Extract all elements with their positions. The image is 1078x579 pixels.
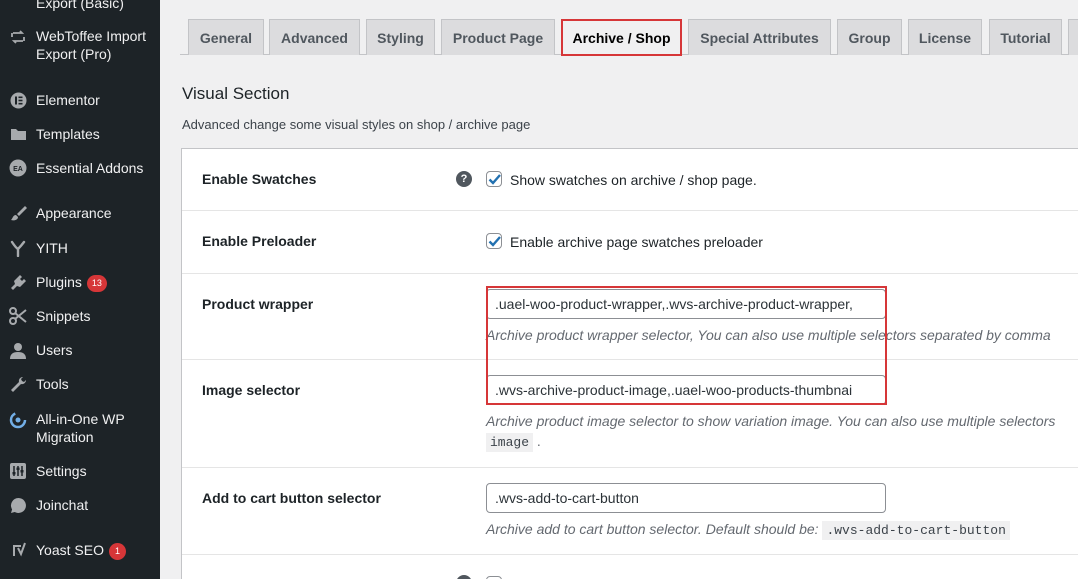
tab-general[interactable]: General (188, 19, 264, 55)
yoast-icon (9, 541, 27, 559)
elementor-icon (9, 91, 27, 109)
sidebar-item-label: WebToffee Import Export (Pro) (36, 28, 146, 62)
sidebar-item-label: Export (Basic) (36, 0, 124, 11)
plugins-update-badge: 13 (86, 275, 107, 292)
main-content: General Advanced Styling Product Page Ar… (160, 0, 1078, 579)
paintbrush-icon (9, 204, 27, 222)
tab-advanced[interactable]: Advanced (269, 19, 360, 55)
tab-group[interactable]: Group (837, 19, 902, 55)
enable-preloader-checkbox-label: Enable archive page swatches preloader (510, 234, 763, 250)
tab-archive-shop[interactable]: Archive / Shop (561, 19, 682, 56)
section-title: Visual Section (182, 84, 290, 103)
sidebar-item-label: Tools (36, 376, 69, 392)
add-to-cart-description: Archive add to cart button selector. Def… (486, 521, 1010, 540)
import-export-icon (9, 28, 27, 46)
checkmark-icon (488, 236, 501, 247)
checkmark-icon (488, 174, 501, 185)
folder-icon (9, 125, 27, 143)
enable-swatches-label: Enable Swatches (202, 171, 317, 187)
yith-icon (9, 239, 27, 257)
row-enable-preloader: Enable Preloader Enable archive page swa… (182, 211, 1078, 274)
tab-license[interactable]: License (908, 19, 982, 55)
svg-text:EA: EA (13, 166, 23, 173)
row-add-to-cart: Add to cart button selector .wvs-add-to-… (182, 468, 1078, 555)
sidebar-item-label: Plugins 13 (36, 273, 107, 292)
product-wrapper-input[interactable]: .uael-woo-product-wrapper,.wvs-archive-p… (486, 289, 886, 319)
sidebar-item-all-in-one-migration[interactable]: All-in-One WP Migration (0, 410, 160, 450)
image-selector-input[interactable]: .wvs-archive-product-image,.uael-woo-pro… (486, 375, 886, 405)
help-icon[interactable] (456, 575, 472, 579)
sidebar-item-webtoffee[interactable]: WebToffee Import Export (Pro) (0, 27, 160, 67)
image-selector-description: Archive product image selector to show v… (486, 413, 1056, 429)
image-selector-code: image (486, 433, 534, 452)
tab-tutorial[interactable]: Tutorial (989, 19, 1062, 55)
settings-table: Enable Swatches ? Show swatches on archi… (181, 148, 1078, 579)
tab-special-attributes[interactable]: Special Attributes (688, 19, 831, 55)
ea-icon: EA (9, 159, 27, 177)
admin-sidebar: Export (Basic) WebToffee Import Export (… (0, 0, 160, 579)
sidebar-item-label: Snippets (36, 308, 91, 324)
add-to-cart-input[interactable]: .wvs-add-to-cart-button (486, 483, 886, 513)
row-next-partial (182, 555, 1078, 579)
sidebar-item-label: Templates (36, 126, 100, 142)
add-to-cart-label: Add to cart button selector (202, 490, 381, 506)
code-suffix: . (536, 433, 541, 449)
migration-icon (9, 411, 27, 429)
row-product-wrapper: Product wrapper .uael-woo-product-wrappe… (182, 274, 1078, 360)
user-icon (9, 341, 27, 359)
enable-swatches-checkbox[interactable] (486, 171, 502, 187)
image-selector-code-line: image . (486, 433, 541, 452)
wrench-icon (9, 375, 27, 393)
plugin-icon (9, 273, 27, 291)
tab-product-page[interactable]: Product Page (441, 19, 555, 55)
settings-icon (9, 462, 27, 480)
sidebar-item-label: Essential Addons (36, 160, 144, 176)
sidebar-item-label: Appearance (36, 205, 112, 221)
image-selector-label: Image selector (202, 382, 301, 398)
yoast-notification-badge: 1 (108, 543, 126, 560)
sidebar-item-label: Settings (36, 463, 87, 479)
product-wrapper-label: Product wrapper (202, 296, 314, 312)
sidebar-item-label: Elementor (36, 92, 100, 108)
tab-overflow[interactable] (1068, 19, 1078, 55)
tab-styling[interactable]: Styling (366, 19, 435, 55)
enable-preloader-checkbox[interactable] (486, 233, 502, 249)
enable-preloader-label: Enable Preloader (202, 233, 317, 249)
scissors-icon (9, 307, 27, 325)
section-description: Advanced change some visual styles on sh… (182, 117, 531, 132)
sidebar-item-label: YITH (36, 240, 68, 256)
enable-swatches-checkbox-label: Show swatches on archive / shop page. (510, 172, 757, 188)
row-image-selector: Image selector .wvs-archive-product-imag… (182, 360, 1078, 468)
add-to-cart-default-code: .wvs-add-to-cart-button (822, 521, 1010, 540)
sidebar-item-label: Users (36, 342, 73, 358)
row-enable-swatches: Enable Swatches ? Show swatches on archi… (182, 149, 1078, 211)
sidebar-item-label: Joinchat (36, 497, 89, 513)
help-icon[interactable]: ? (456, 171, 472, 187)
sidebar-item-label: Yoast SEO 1 (36, 541, 126, 560)
whatsapp-icon (9, 496, 27, 514)
product-wrapper-description: Archive product wrapper selector, You ca… (486, 327, 1051, 343)
sidebar-item-label: All-in-One WP Migration (36, 411, 125, 445)
